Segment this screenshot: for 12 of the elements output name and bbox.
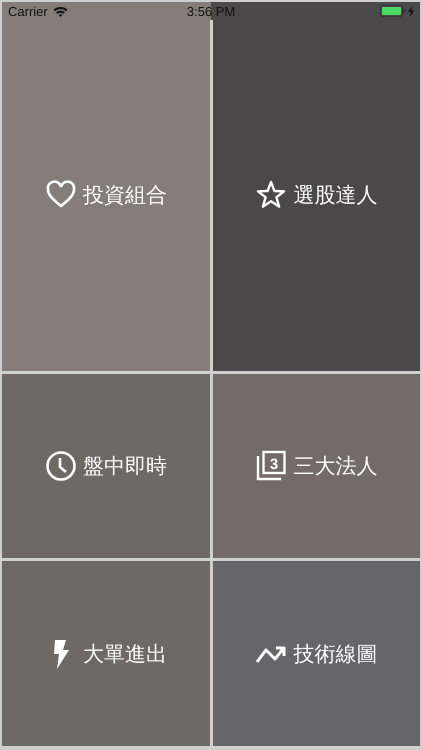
charging-icon	[408, 6, 414, 16]
clock-icon	[44, 450, 77, 482]
menu-tile[interactable]: 盤中即時	[2, 374, 210, 558]
menu-tile[interactable]: 大單進出	[2, 561, 210, 746]
wifi-icon	[52, 6, 68, 16]
menu-tile[interactable]: 投資組合	[2, 20, 210, 371]
status-time: 3:56 PM	[186, 4, 236, 18]
carrier-label: Carrier	[8, 4, 48, 18]
menu-tile[interactable]: 技術線圖	[212, 561, 420, 746]
menu-tile[interactable]: 選股達人	[212, 20, 420, 371]
battery-icon	[380, 5, 406, 17]
menu-tile[interactable]: 3 三大法人	[212, 374, 420, 558]
